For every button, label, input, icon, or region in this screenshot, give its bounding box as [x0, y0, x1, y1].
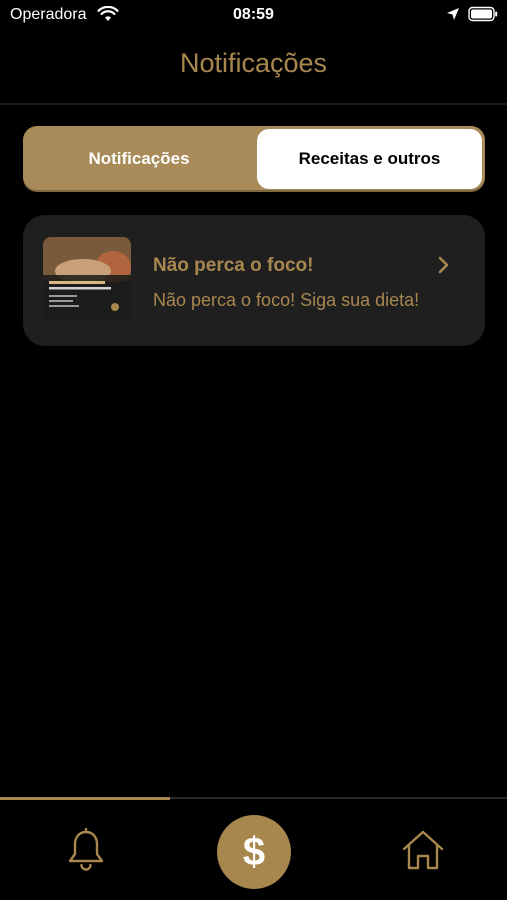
notification-body: Não perca o foco! Siga sua dieta! — [153, 290, 420, 310]
notification-card[interactable]: Não perca o foco! Não perca o foco! Siga… — [23, 215, 485, 346]
segmented-control: Notificações Receitas e outros — [23, 126, 485, 192]
header-divider — [0, 103, 507, 105]
dollar-icon: $ — [242, 829, 266, 874]
status-bar: Operadora 08:59 — [0, 0, 507, 32]
home-icon[interactable] — [401, 829, 445, 871]
notification-title: Não perca o foco! — [153, 255, 314, 276]
page-title: Notificações — [179, 48, 328, 78]
battery-icon — [468, 6, 498, 22]
bell-icon[interactable] — [66, 828, 106, 872]
diet-promo-thumbnail — [43, 237, 131, 321]
active-tab-indicator — [0, 797, 170, 800]
chevron-right-icon[interactable] — [437, 255, 451, 275]
clock-time: 08:59 — [233, 6, 274, 23]
location-arrow-icon — [447, 8, 459, 20]
dollar-button[interactable]: $ — [217, 815, 291, 889]
tab-receitas-e-outros[interactable]: Receitas e outros — [257, 129, 482, 189]
tab-notificacoes[interactable]: Notificações — [23, 126, 255, 192]
